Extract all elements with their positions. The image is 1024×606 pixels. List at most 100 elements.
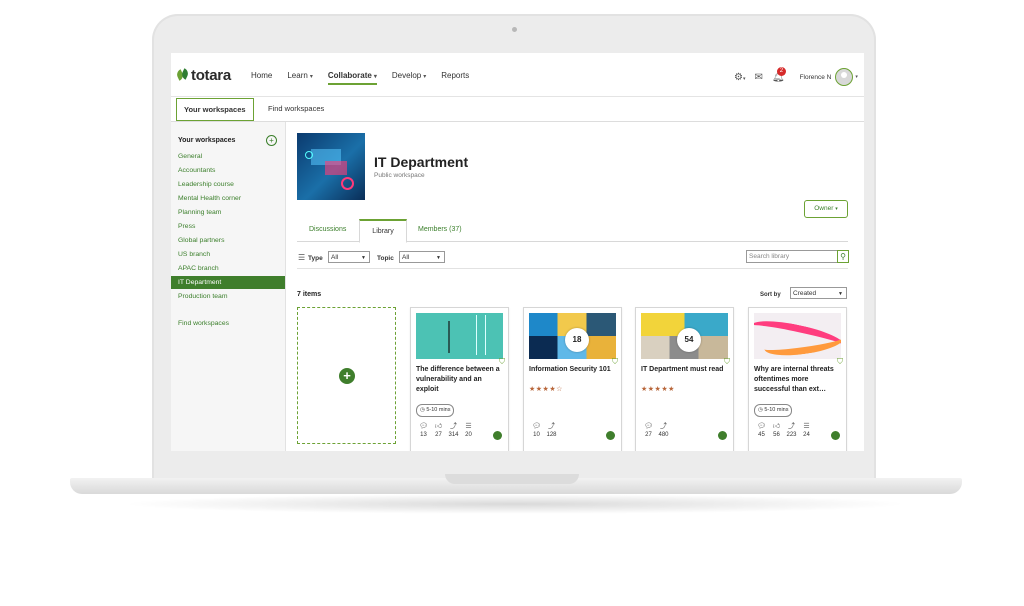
- chevron-down-icon: ▼: [838, 291, 843, 297]
- card-image: 54: [641, 313, 728, 359]
- tab-find-workspaces[interactable]: Find workspaces: [261, 98, 331, 119]
- tab-your-workspaces[interactable]: Your workspaces: [176, 98, 254, 121]
- owner-button[interactable]: Owner ▾: [804, 200, 848, 218]
- workspace-type: Public workspace: [374, 172, 425, 179]
- chevron-down-icon: ▾: [835, 206, 838, 212]
- sidebar-item-it-department[interactable]: IT Department: [171, 276, 285, 289]
- sidebar-heading: Your workspaces: [178, 137, 236, 144]
- card-title: IT Department must read: [641, 366, 724, 373]
- nav-develop-label: Develop: [391, 71, 422, 80]
- share-icon[interactable]: ⤴: [446, 423, 461, 431]
- notification-badge: 2: [776, 66, 786, 76]
- main-nav: Home Learn ▾ Collaborate ▾ Develop ▾ Report…: [251, 71, 484, 85]
- sidebar-item-press[interactable]: Press: [171, 220, 285, 233]
- add-workspace-icon[interactable]: +: [266, 135, 277, 146]
- find-workspaces-link[interactable]: Find workspaces: [171, 317, 285, 330]
- chevron-down-icon: ▼: [361, 255, 366, 261]
- playlist-count-badge: 18: [565, 328, 589, 352]
- card-stats: 💬︎ 10 ⤴ 128: [529, 423, 559, 439]
- app-screen: totara Home Learn ▾ Collaborate ▾ Develop ▾…: [171, 53, 864, 451]
- playlist-count-badge: 54: [677, 328, 701, 352]
- sidebar-item-planning-team[interactable]: Planning team: [171, 206, 285, 219]
- tab-library[interactable]: Library: [359, 219, 407, 243]
- laptop-shadow: [120, 494, 910, 514]
- nav-reports[interactable]: Reports: [441, 71, 469, 80]
- mail-icon[interactable]: ✉: [754, 72, 762, 83]
- like-icon[interactable]: 👍︎: [769, 423, 784, 431]
- type-select-value: All: [331, 254, 339, 261]
- user-name[interactable]: Florence N: [800, 74, 832, 81]
- nav-learn[interactable]: Learn ▾: [287, 71, 312, 80]
- library-card[interactable]: ⛉ Why are internal threats oftentimes mo…: [748, 307, 847, 451]
- duration-badge: ◷ 5-10 mins: [754, 404, 793, 417]
- share-count: 223: [786, 432, 797, 438]
- workspace-subnav: Your workspaces Find workspaces: [171, 97, 864, 122]
- sidebar-item-global-partners[interactable]: Global partners: [171, 234, 285, 247]
- topic-filter-label: Topic: [377, 255, 394, 262]
- library-card[interactable]: 54 ⛉ IT Department must read ★★★★★ 💬︎ 27 …: [635, 307, 734, 451]
- library-card[interactable]: ⛉ The difference between a vulnerability…: [410, 307, 509, 451]
- playlist-count: 20: [465, 432, 472, 438]
- nav-home[interactable]: Home: [251, 71, 272, 80]
- sidebar-item-leadership-course[interactable]: Leadership course: [171, 178, 285, 191]
- comment-icon: 💬︎: [532, 423, 541, 430]
- sidebar-item-mental-health-corner[interactable]: Mental Health corner: [171, 192, 285, 205]
- star-rating: ★★★★☆: [529, 386, 563, 393]
- type-select[interactable]: All ▼: [328, 251, 370, 263]
- library-filters: ☰ Type All ▼ Topic All ▼ Search library ⚲: [297, 248, 849, 269]
- user-tools: ⚙▾ ✉ 🔔︎ 2 Florence N ▾: [734, 66, 858, 86]
- gear-icon[interactable]: ⚙▾: [734, 72, 745, 83]
- like-count: 56: [773, 432, 780, 438]
- share-count: 480: [658, 432, 669, 438]
- sidebar-item-apac-branch[interactable]: APAC branch: [171, 262, 285, 275]
- search-input[interactable]: Search library: [746, 250, 838, 263]
- nav-develop[interactable]: Develop ▾: [392, 71, 426, 80]
- sort-select[interactable]: Created ▼: [790, 287, 847, 299]
- share-count: 128: [546, 432, 557, 438]
- playlist-icon[interactable]: ☰: [461, 423, 476, 431]
- card-image: [754, 313, 841, 359]
- add-resource-card[interactable]: +: [297, 307, 396, 444]
- sidebar-item-accountants[interactable]: Accountants: [171, 164, 285, 177]
- webcam: [512, 27, 517, 32]
- library-card[interactable]: 18 ⛉ Information Security 101 ★★★★☆ 💬︎ 10…: [523, 307, 622, 451]
- like-icon[interactable]: 👍︎: [431, 423, 446, 431]
- sidebar-item-us-branch[interactable]: US branch: [171, 248, 285, 261]
- tab-discussions[interactable]: Discussions: [309, 219, 346, 241]
- card-title: The difference between a vulnerability a…: [416, 366, 500, 393]
- card-stats: 💬︎ 27 ⤴ 480: [641, 423, 671, 439]
- card-stats: 💬︎ 45 👍︎ 56 ⤴ 223 ☰ 24: [754, 423, 814, 439]
- topic-select[interactable]: All ▼: [399, 251, 445, 263]
- comment-count: 45: [758, 432, 765, 438]
- workspace-sidebar: Your workspaces + General Accountants Le…: [171, 122, 286, 451]
- share-icon[interactable]: ⤴: [544, 423, 559, 431]
- share-icon[interactable]: ⤴: [656, 423, 671, 431]
- completion-icon: [606, 431, 615, 440]
- page-title: IT Department: [374, 154, 469, 170]
- logo-text: totara: [191, 66, 231, 84]
- completion-icon: [718, 431, 727, 440]
- comment-count: 10: [533, 432, 540, 438]
- nav-collaborate[interactable]: Collaborate ▾: [327, 71, 377, 85]
- totara-logo[interactable]: totara: [177, 66, 231, 84]
- bell-icon[interactable]: 🔔︎ 2: [772, 66, 786, 83]
- sidebar-item-general[interactable]: General: [171, 150, 285, 163]
- avatar[interactable]: [835, 68, 854, 86]
- card-title: Why are internal threats oftentimes more…: [754, 366, 834, 393]
- nav-collaborate-label: Collaborate: [327, 71, 372, 80]
- chevron-down-icon: ▼: [436, 255, 441, 261]
- nav-home-label: Home: [251, 71, 273, 80]
- add-icon: +: [339, 368, 355, 384]
- leaf-icon: [177, 69, 189, 81]
- chevron-down-icon[interactable]: ▾: [855, 74, 858, 80]
- search-icon[interactable]: ⚲: [837, 250, 849, 263]
- card-image: [416, 313, 503, 359]
- filter-icon: ☰: [298, 253, 306, 262]
- playlist-icon[interactable]: ☰: [799, 423, 814, 431]
- tab-members[interactable]: Members (37): [418, 219, 462, 241]
- share-count: 314: [448, 432, 459, 438]
- star-rating: ★★★★★: [641, 386, 675, 393]
- sidebar-item-production-team[interactable]: Production team: [171, 290, 285, 303]
- like-count: 27: [435, 432, 442, 438]
- share-icon[interactable]: ⤴: [784, 423, 799, 431]
